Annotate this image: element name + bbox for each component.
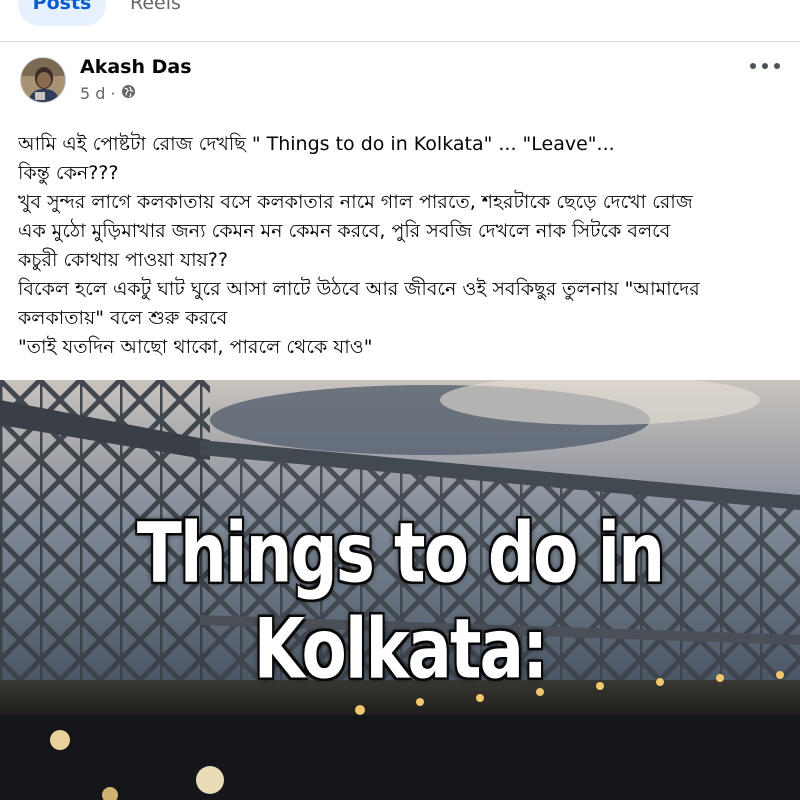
avatar-image: [21, 58, 65, 102]
image-caption: Things to do in Kolkata:: [136, 505, 665, 698]
more-options-icon[interactable]: [750, 58, 780, 74]
post-meta: 5 d ·: [80, 84, 136, 103]
post-text-line: কলকাতায়" বলে শুরু করবে: [18, 307, 228, 329]
post-time[interactable]: 5 d: [80, 84, 105, 103]
post-author[interactable]: Akash Das: [80, 56, 192, 78]
globe-icon: [121, 84, 136, 103]
post-text-line: "তাই যতদিন আছো থাকো, পারলে থেকে যাও": [18, 336, 373, 358]
post-text: আমি এই পোষ্টটা রোজ দেখছি " Things to do …: [18, 130, 788, 362]
post-text-line: এক মুঠো মুড়িমাখার জন্য কেমন মন কেমন করব…: [18, 220, 671, 242]
post-text-line: কিন্তু কেন???: [18, 162, 119, 184]
post-text-line: বিকেল হলে একটু ঘাট ঘুরে আসা লাটে উঠবে আর…: [18, 278, 700, 300]
meta-separator: ·: [110, 84, 116, 103]
profile-tabs: Posts Reels: [0, 0, 800, 42]
tab-posts[interactable]: Posts: [18, 0, 106, 26]
post-text-line: আমি এই পোষ্টটা রোজ দেখছি " Things to do …: [18, 133, 615, 155]
avatar[interactable]: [20, 57, 66, 103]
tab-reels[interactable]: Reels: [130, 0, 181, 26]
post-text-line: খুব সুন্দর লাগে কলকাতায় বসে কলকাতার নাম…: [18, 191, 693, 213]
post-text-line: কচুরী কোথায় পাওয়া যায়??: [18, 249, 228, 271]
